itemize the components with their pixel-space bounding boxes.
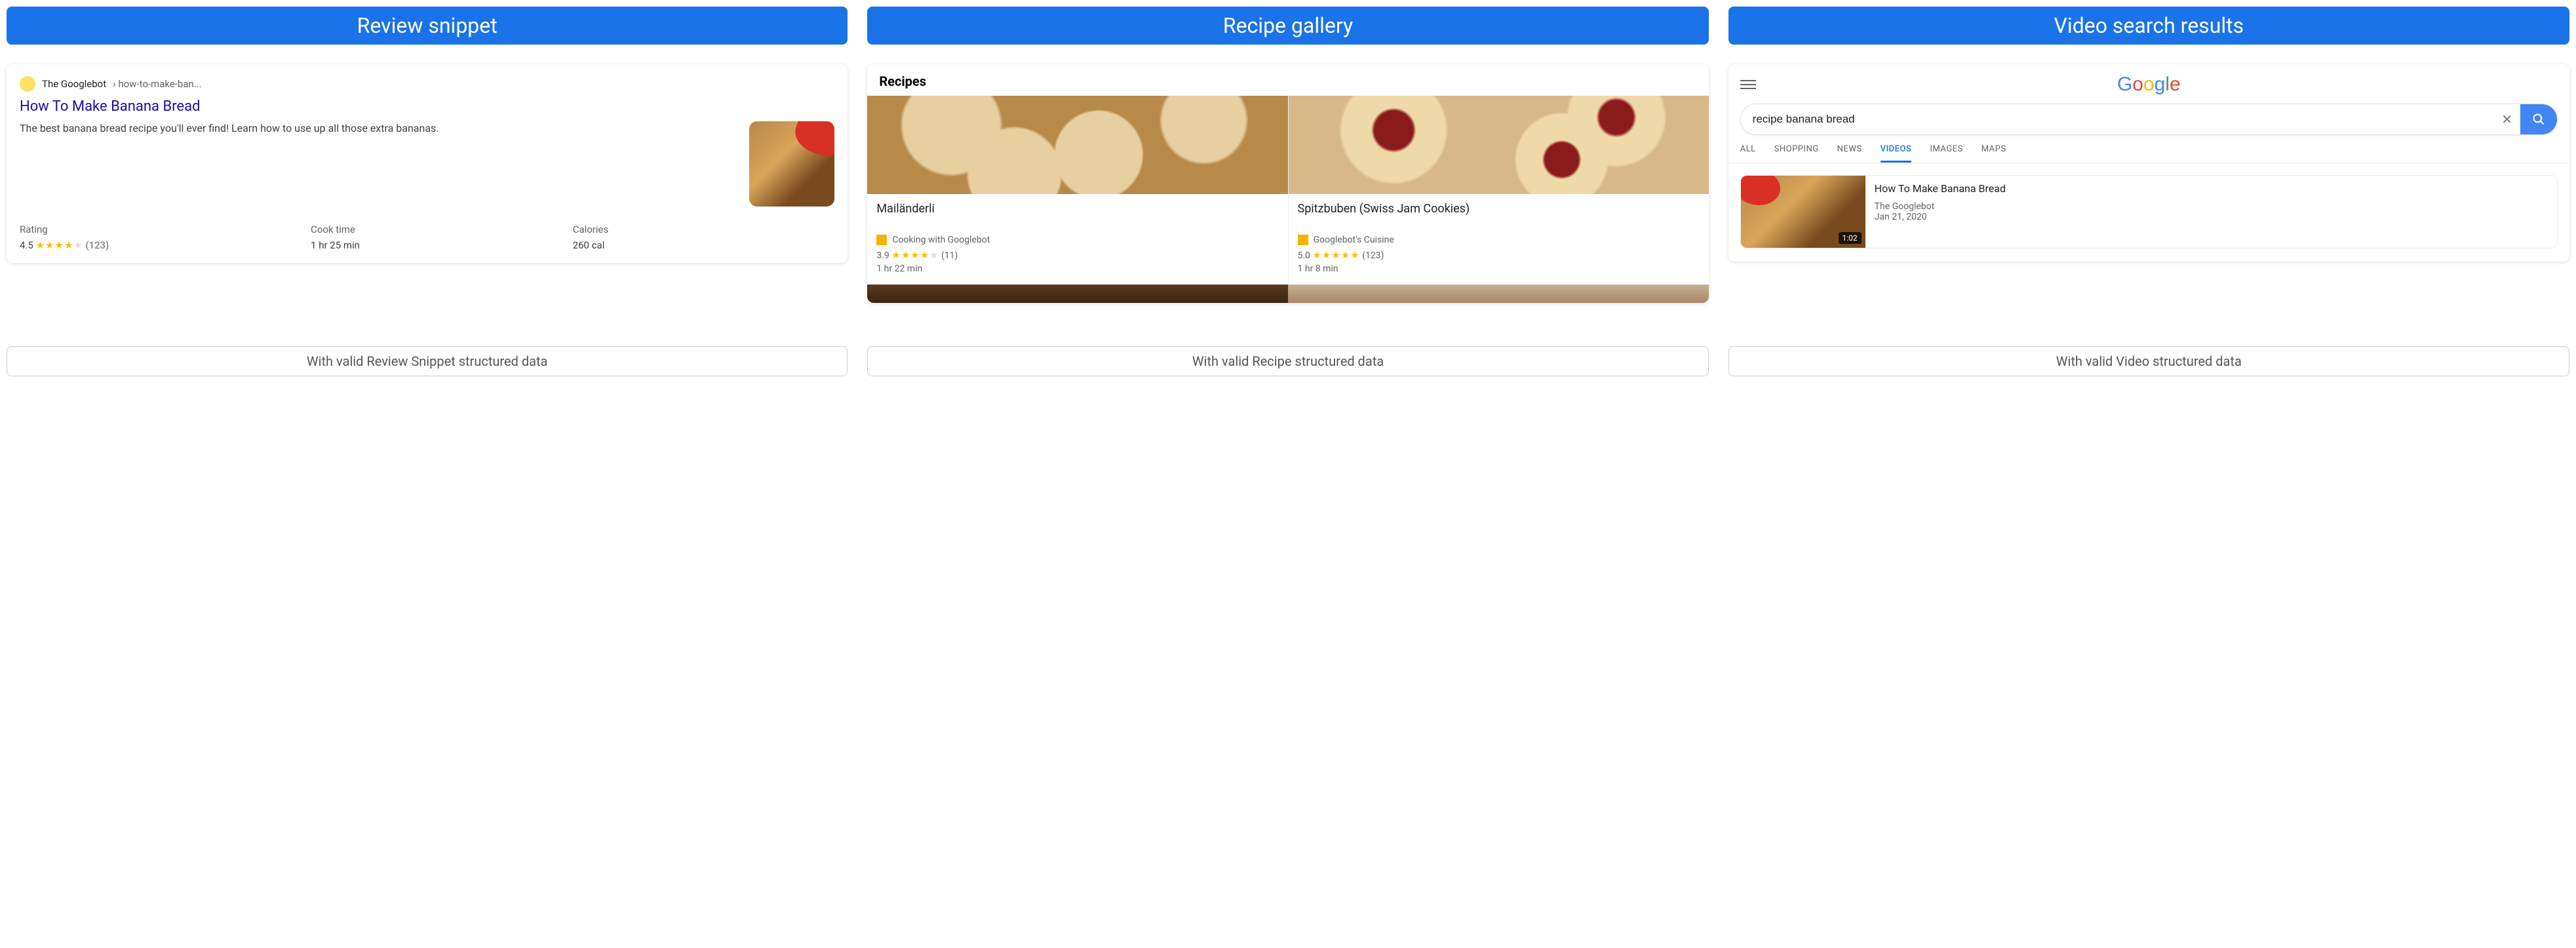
tab-videos[interactable]: VIDEOS xyxy=(1881,144,1912,163)
video-source: The Googlebot xyxy=(1875,201,2006,212)
recipe-source-chip xyxy=(1298,235,1308,245)
search-tabs: ALL SHOPPING NEWS VIDEOS IMAGES MAPS xyxy=(1728,135,2569,163)
recipe-cooktime: 1 hr 22 min xyxy=(876,264,1278,274)
recipe-section-title: Recipes xyxy=(867,64,1708,96)
video-result-item[interactable]: 1:02 How To Make Banana Bread The Google… xyxy=(1740,175,2558,248)
recipe-source: Cooking with Googlebot xyxy=(892,235,990,245)
review-site-name: The Googlebot xyxy=(42,78,106,90)
search-input[interactable] xyxy=(1741,113,2494,126)
star-icons: ★★★★★ xyxy=(1312,249,1359,261)
hamburger-menu-icon[interactable] xyxy=(1740,80,1756,89)
recipe-rating-count: (11) xyxy=(941,250,958,261)
recipe-thumbnail xyxy=(867,96,1287,194)
rating-label: Rating xyxy=(20,224,311,235)
header-recipe-gallery: Recipe gallery xyxy=(867,7,1708,45)
layout-columns: Review snippet The Googlebot › how-to-ma… xyxy=(7,7,2569,376)
rating-count: (123) xyxy=(86,239,109,251)
recipe-item[interactable]: Spitzbuben (Swiss Jam Cookies) Googlebot… xyxy=(1289,96,1709,285)
cooktime-label: Cook time xyxy=(311,224,573,235)
recipe-source: Googlebot's Cuisine xyxy=(1314,235,1394,245)
cooktime-value: 1 hr 25 min xyxy=(311,239,573,251)
review-stat-rating: Rating 4.5 ★★★★★ (123) xyxy=(20,224,311,251)
review-result-card[interactable]: The Googlebot › how-to-make-ban... How T… xyxy=(7,64,848,263)
review-thumbnail[interactable] xyxy=(749,121,834,207)
calories-label: Calories xyxy=(573,224,835,235)
tab-maps[interactable]: MAPS xyxy=(1981,144,2006,163)
review-title-link[interactable]: How To Make Banana Bread xyxy=(20,98,834,115)
column-review: Review snippet The Googlebot › how-to-ma… xyxy=(7,7,848,376)
header-video-results: Video search results xyxy=(1728,7,2569,45)
search-bar[interactable]: ✕ xyxy=(1740,104,2558,135)
column-recipe: Recipe gallery Recipes Mailänderli Cooki… xyxy=(867,7,1708,376)
google-logo[interactable]: Google xyxy=(1756,73,2542,96)
recipe-title: Spitzbuben (Swiss Jam Cookies) xyxy=(1298,202,1700,232)
column-video: Video search results Google ✕ xyxy=(1728,7,2569,376)
video-thumbnail: 1:02 xyxy=(1741,176,1865,248)
tab-shopping[interactable]: SHOPPING xyxy=(1774,144,1819,163)
site-favicon xyxy=(20,76,35,92)
caption-recipe: With valid Recipe structured data xyxy=(867,346,1708,376)
recipe-thumbnail xyxy=(1289,96,1709,194)
recipe-gallery-card: Recipes Mailänderli Cooking with Googleb… xyxy=(867,64,1708,303)
recipe-title: Mailänderli xyxy=(876,202,1278,232)
review-stat-cooktime: Cook time 1 hr 25 min xyxy=(311,224,573,251)
video-title: How To Make Banana Bread xyxy=(1875,182,2006,195)
review-breadcrumb: › how-to-make-ban... xyxy=(113,78,202,90)
review-description: The best banana bread recipe you'll ever… xyxy=(20,121,739,136)
recipe-source-chip xyxy=(876,235,887,245)
review-stat-calories: Calories 260 cal xyxy=(573,224,835,251)
search-button[interactable] xyxy=(2520,104,2557,134)
tab-news[interactable]: NEWS xyxy=(1837,144,1862,163)
recipe-rating-value: 5.0 xyxy=(1298,250,1310,261)
recipe-preview-area: Recipes Mailänderli Cooking with Googleb… xyxy=(867,64,1708,326)
header-review-snippet: Review snippet xyxy=(7,7,848,45)
star-icons: ★★★★★ xyxy=(891,249,939,261)
recipe-overflow-peek xyxy=(867,285,1708,303)
clear-icon[interactable]: ✕ xyxy=(2493,111,2520,127)
tab-all[interactable]: ALL xyxy=(1740,144,1756,163)
caption-video: With valid Video structured data xyxy=(1728,346,2569,376)
rating-value: 4.5 xyxy=(20,239,33,251)
review-preview-area: The Googlebot › how-to-make-ban... How T… xyxy=(7,64,848,326)
search-icon xyxy=(2532,113,2545,126)
video-search-card: Google ✕ ALL SHOPPING NEWS xyxy=(1728,64,2569,262)
recipe-cooktime: 1 hr 8 min xyxy=(1298,264,1700,274)
recipe-item[interactable]: Mailänderli Cooking with Googlebot 3.9 ★… xyxy=(867,96,1288,285)
recipe-rating-count: (123) xyxy=(1362,250,1384,261)
video-preview-area: Google ✕ ALL SHOPPING NEWS xyxy=(1728,64,2569,326)
recipe-rating-value: 3.9 xyxy=(876,250,889,261)
tab-images[interactable]: IMAGES xyxy=(1930,144,1962,163)
star-icons: ★★★★★ xyxy=(36,239,83,251)
calories-value: 260 cal xyxy=(573,239,835,251)
review-source-row: The Googlebot › how-to-make-ban... xyxy=(20,76,834,92)
video-duration-badge: 1:02 xyxy=(1839,232,1862,244)
video-date: Jan 21, 2020 xyxy=(1875,212,2006,222)
caption-review: With valid Review Snippet structured dat… xyxy=(7,346,848,376)
